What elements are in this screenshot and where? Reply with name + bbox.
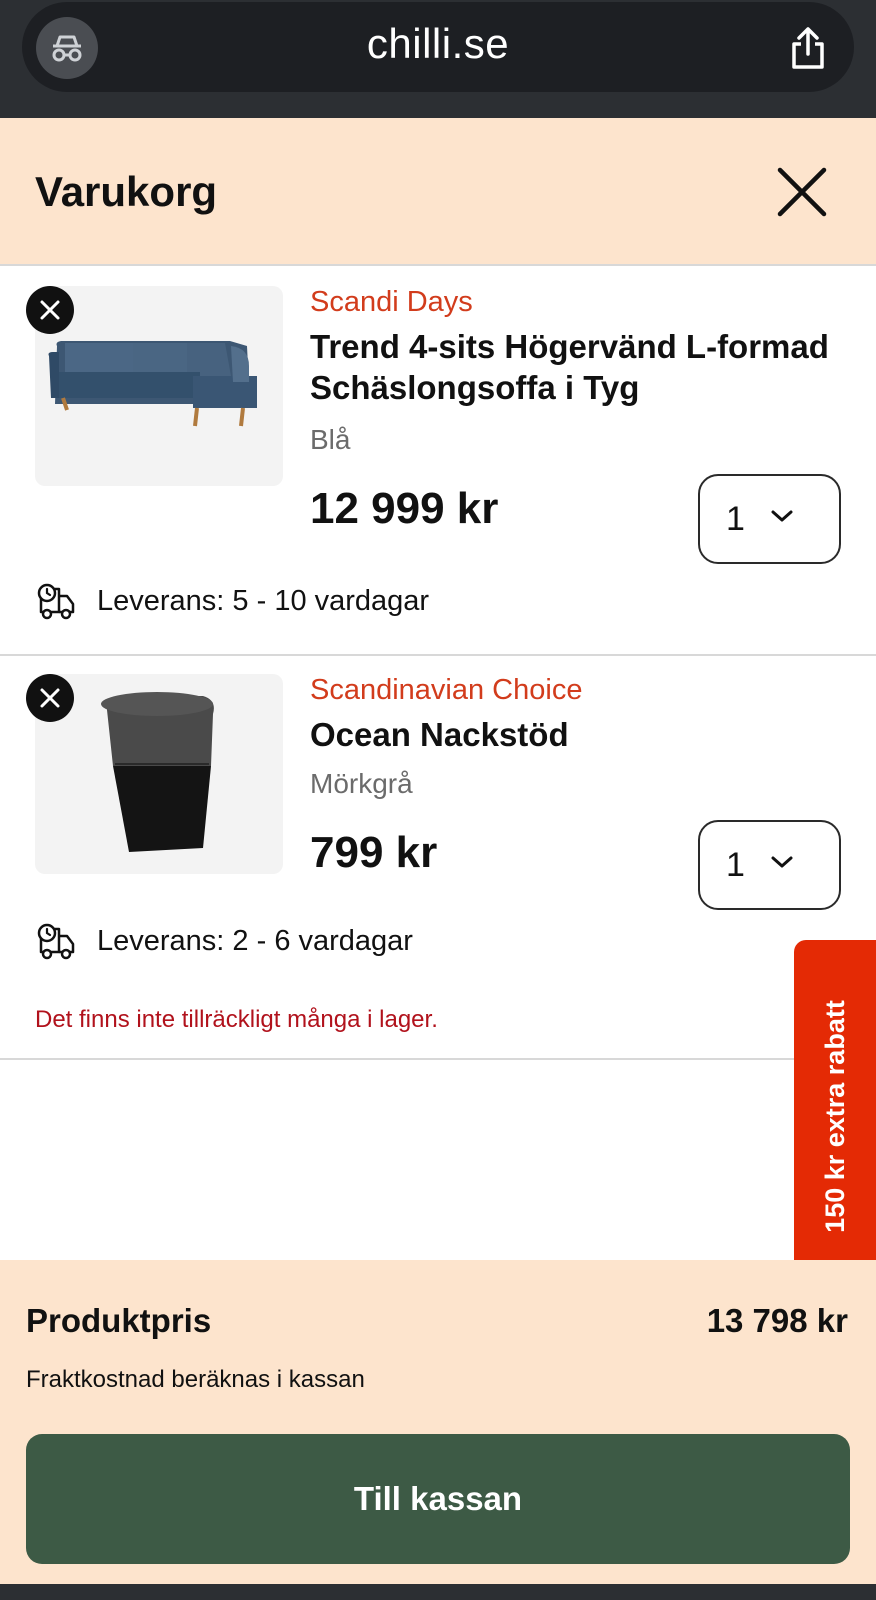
- close-icon: [40, 300, 60, 320]
- close-icon[interactable]: [776, 166, 828, 218]
- product-name[interactable]: Trend 4-sits Högervänd L-formad Schäslon…: [310, 326, 850, 408]
- close-icon: [40, 688, 60, 708]
- product-price: 799 kr: [310, 828, 438, 877]
- remove-item-button[interactable]: [26, 286, 74, 334]
- cart-summary: Produktpris 13 798 kr Fraktkostnad beräk…: [0, 1260, 876, 1584]
- product-price: 12 999 kr: [310, 484, 499, 533]
- delivery-text: Leverans: 2 - 6 vardagar: [97, 924, 413, 957]
- discount-label: 150 kr extra rabatt: [819, 999, 850, 1233]
- quantity-value: 1: [726, 500, 745, 538]
- quantity-value: 1: [726, 846, 745, 884]
- product-variant: Blå: [310, 424, 351, 455]
- chevron-down-icon: [771, 856, 793, 868]
- product-name[interactable]: Ocean Nackstöd: [310, 714, 850, 755]
- discount-tab[interactable]: 150 kr extra rabatt: [794, 940, 876, 1292]
- url-text[interactable]: chilli.se: [22, 20, 854, 68]
- cart-header: Varukorg: [0, 118, 876, 266]
- product-price-label: Produktpris: [26, 1302, 212, 1339]
- remove-item-button[interactable]: [26, 674, 74, 722]
- cart-item: Scandinavian Choice Ocean Nackstöd Mörkg…: [0, 656, 876, 1060]
- bottom-strip: [0, 1584, 876, 1600]
- delivery-truck-icon: [37, 923, 75, 960]
- cart-item: Scandi Days Trend 4-sits Högervänd L-for…: [0, 268, 876, 656]
- product-brand[interactable]: Scandi Days: [310, 286, 473, 319]
- quantity-select[interactable]: 1: [698, 474, 841, 564]
- checkout-button[interactable]: Till kassan: [26, 1434, 850, 1564]
- delivery-truck-icon: [37, 583, 75, 620]
- product-variant: Mörkgrå: [310, 768, 413, 799]
- quantity-select[interactable]: 1: [698, 820, 841, 910]
- share-icon[interactable]: [786, 24, 830, 72]
- delivery-info: Leverans: 2 - 6 vardagar: [35, 920, 413, 962]
- product-brand[interactable]: Scandinavian Choice: [310, 674, 582, 707]
- cart-title: Varukorg: [35, 168, 218, 215]
- delivery-text: Leverans: 5 - 10 vardagar: [97, 584, 430, 617]
- product-price-total: 13 798 kr: [706, 1302, 848, 1339]
- shipping-note: Fraktkostnad beräknas i kassan: [26, 1366, 365, 1393]
- address-bar[interactable]: chilli.se: [22, 2, 854, 92]
- stock-warning: Det finns inte tillräckligt många i lage…: [35, 1006, 438, 1033]
- delivery-info: Leverans: 5 - 10 vardagar: [35, 580, 429, 622]
- chevron-down-icon: [771, 510, 793, 522]
- browser-bar: chilli.se: [0, 0, 876, 118]
